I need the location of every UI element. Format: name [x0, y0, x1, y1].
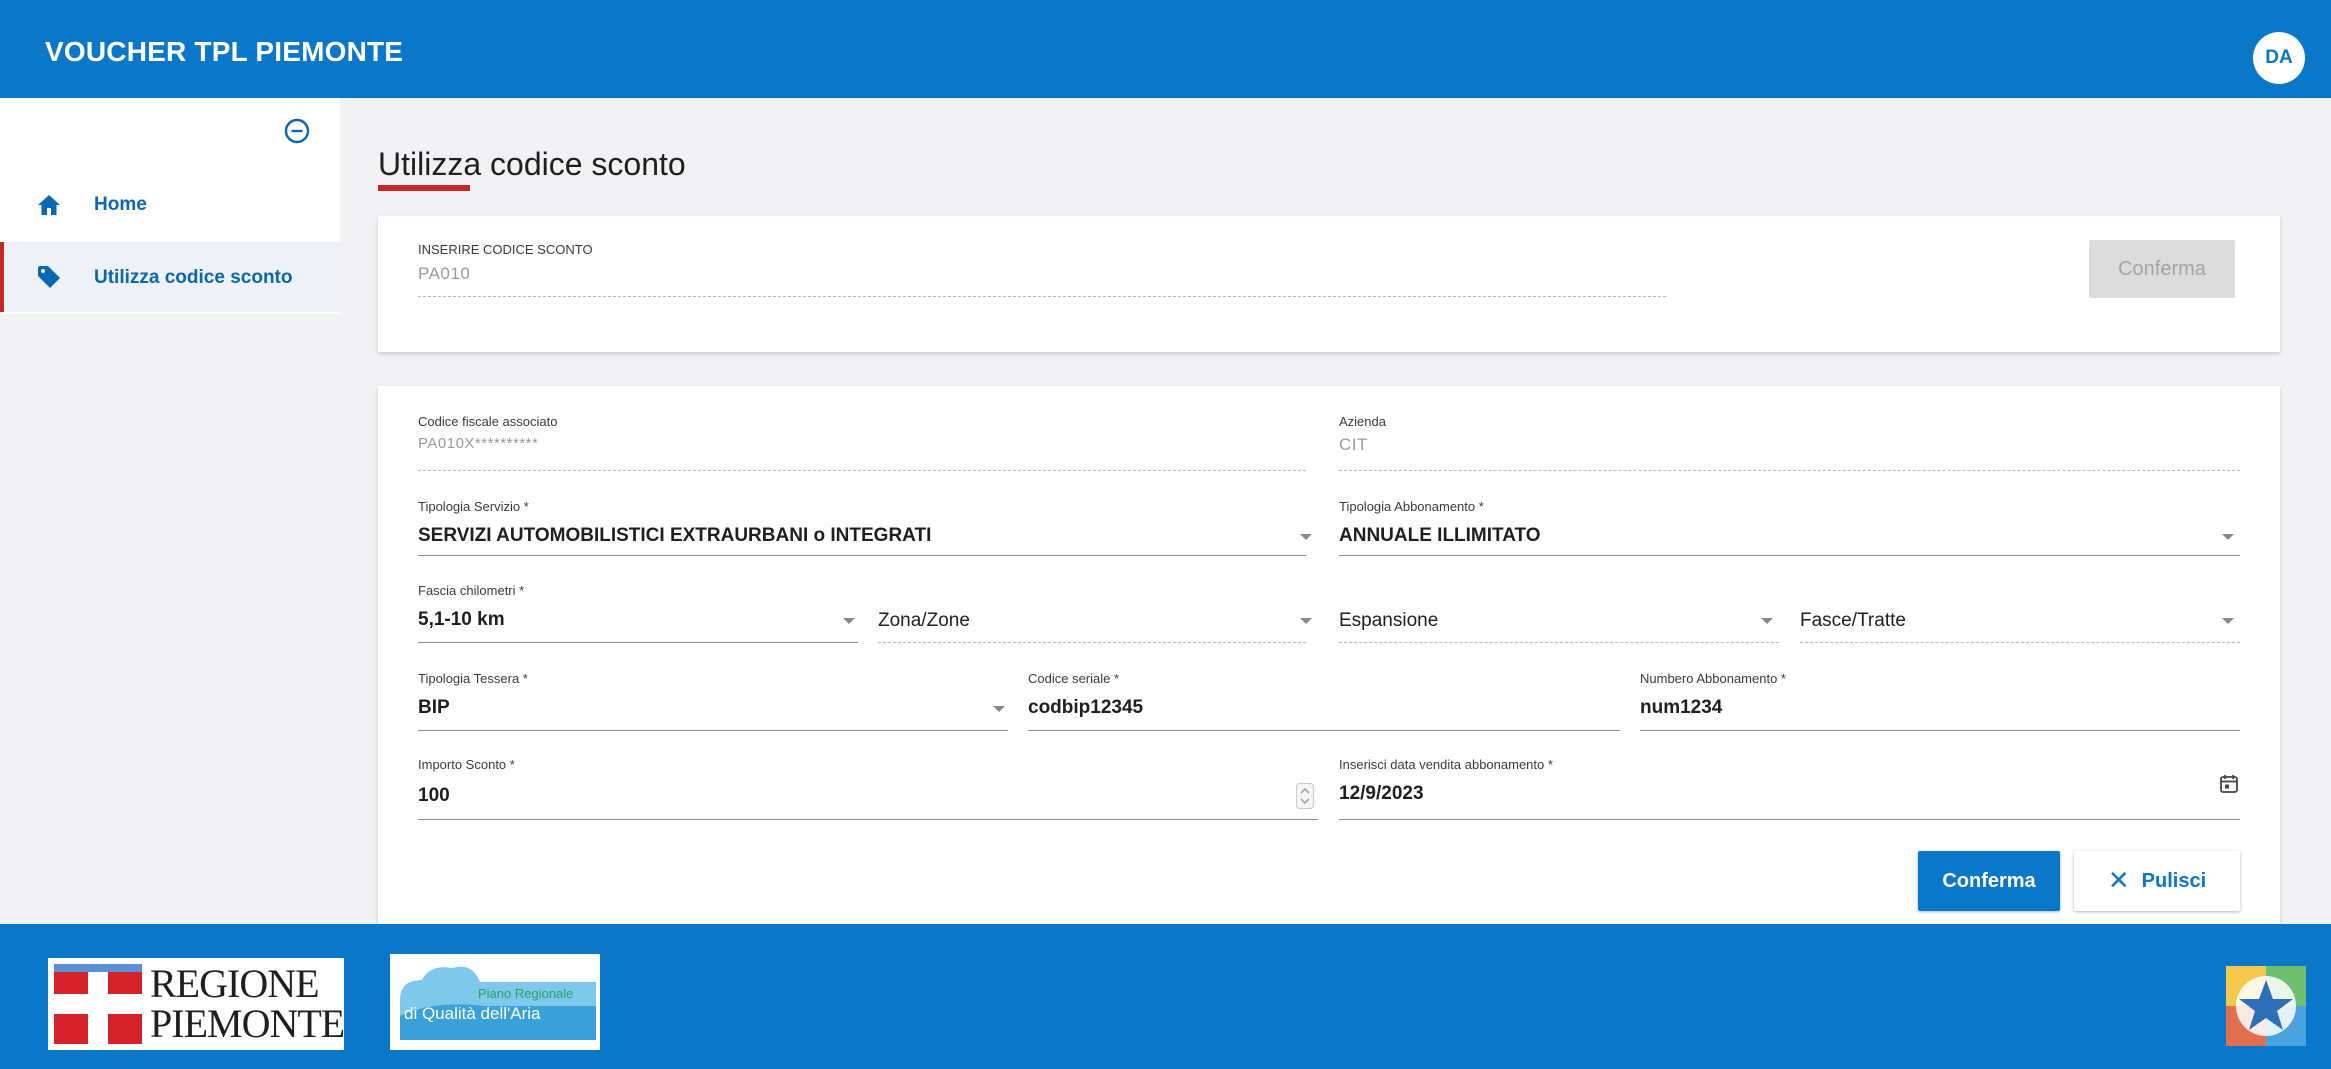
chevron-down-icon: [1761, 618, 1773, 624]
tag-icon: [38, 266, 60, 288]
regione-line2: PIEMONTE: [150, 1001, 345, 1046]
sidebar-item-label: Home: [94, 194, 147, 215]
tipologia-servizio-label: Tipologia Servizio *: [418, 499, 529, 514]
discount-code-input[interactable]: PA010: [418, 264, 470, 284]
fascia-chilometri-label: Fascia chilometri *: [418, 583, 525, 598]
piano-line2: di Qualità dell'Aria: [404, 1004, 541, 1023]
tipologia-tessera-label: Tipologia Tessera *: [418, 671, 528, 686]
numero-abbonamento-label: Numbero Abbonamento *: [1640, 671, 1786, 686]
codice-fiscale-label: Codice fiscale associato: [418, 414, 558, 429]
data-vendita-underline: [1339, 819, 2240, 820]
tipologia-tessera-select[interactable]: BIP: [418, 697, 450, 719]
chevron-down-icon: [843, 618, 855, 624]
codice-seriale-input[interactable]: codbip12345: [1028, 697, 1143, 719]
numero-abbonamento-input[interactable]: num1234: [1640, 697, 1722, 719]
clear-button[interactable]: ✕ Pulisci: [2074, 851, 2240, 911]
chevron-down-icon: [1300, 534, 1312, 540]
codice-seriale-underline: [1028, 730, 1620, 731]
fasce-tratte-select[interactable]: Fasce/Tratte: [1800, 610, 1906, 632]
espansione-select[interactable]: Espansione: [1339, 610, 1438, 632]
sidebar-panel: Home Utilizza codice sconto: [0, 98, 340, 314]
sidebar-item-label: Utilizza codice sconto: [94, 267, 293, 288]
cloud-icon: [400, 966, 596, 1040]
azienda-label: Azienda: [1339, 414, 1386, 429]
close-icon: ✕: [2107, 864, 2130, 895]
espansione-underline: [1339, 642, 1779, 643]
tipologia-tessera-underline: [418, 730, 1008, 731]
tipologia-abbonamento-label: Tipologia Abbonamento *: [1339, 499, 1484, 514]
app-title: VOUCHER TPL PIEMONTE: [45, 36, 404, 67]
azienda-underline: [1339, 470, 2240, 471]
confirm-code-button[interactable]: Conferma: [2089, 240, 2235, 298]
fasce-tratte-underline: [1800, 642, 2240, 643]
zona-underline: [878, 642, 1306, 643]
fascia-chilometri-underline: [418, 642, 858, 643]
chevron-down-icon: [993, 706, 1005, 712]
page-title: Utilizza codice sconto: [378, 146, 686, 182]
piano-qualita-aria-logo: Piano Regionale di Qualità dell'Aria: [390, 954, 600, 1050]
discount-code-label: INSERIRE CODICE SCONTO: [418, 242, 593, 257]
tipologia-servizio-underline: [418, 555, 1306, 556]
zona-select[interactable]: Zona/Zone: [878, 610, 970, 632]
home-icon: [38, 195, 60, 215]
piano-line1: Piano Regionale: [478, 986, 574, 1001]
data-vendita-label: Inserisci data vendita abbonamento *: [1339, 757, 1553, 772]
discount-code-underline: [418, 296, 1666, 297]
footer: REGIONE PIEMONTE Piano Regionale di Qual…: [0, 924, 2331, 1069]
importo-sconto-label: Importo Sconto *: [418, 757, 515, 772]
tipologia-abbonamento-select[interactable]: ANNUALE ILLIMITATO: [1339, 525, 1541, 547]
chevron-down-icon: [1300, 618, 1312, 624]
tipologia-servizio-select[interactable]: SERVIZI AUTOMOBILISTICI EXTRAURBANI o IN…: [418, 525, 931, 547]
regione-line1: REGIONE: [150, 961, 320, 1006]
regione-piemonte-logo: REGIONE PIEMONTE: [48, 958, 345, 1050]
stepper-icon[interactable]: [1296, 783, 1314, 809]
sidebar: Home Utilizza codice sconto: [0, 98, 340, 924]
importo-sconto-input[interactable]: 100: [418, 785, 450, 807]
piemonte-flag-icon: [54, 964, 142, 1044]
voucher-form-card: Codice fiscale associato PA010X*********…: [378, 386, 2280, 926]
calendar-icon[interactable]: [2218, 773, 2240, 795]
star-icon: [2226, 966, 2306, 1046]
confirm-button[interactable]: Conferma: [1918, 851, 2060, 911]
azienda-field: CIT: [1339, 435, 1368, 454]
clear-button-label: Pulisci: [2141, 869, 2207, 892]
importo-sconto-underline: [418, 819, 1318, 820]
title-underline: [378, 185, 470, 191]
numero-abbonamento-underline: [1640, 730, 2240, 731]
tipologia-abbonamento-underline: [1339, 555, 2240, 556]
star-logo: [2226, 966, 2306, 1046]
user-avatar[interactable]: DA: [2253, 32, 2305, 84]
top-app-bar: VOUCHER TPL PIEMONTE DA: [0, 0, 2331, 98]
fascia-chilometri-select[interactable]: 5,1-10 km: [418, 609, 505, 631]
collapse-sidebar-icon[interactable]: [282, 116, 312, 146]
sidebar-item-utilizza-codice-sconto[interactable]: Utilizza codice sconto: [0, 242, 340, 312]
chevron-down-icon: [2222, 618, 2234, 624]
sidebar-item-home[interactable]: Home: [0, 170, 340, 240]
discount-code-card: INSERIRE CODICE SCONTO PA010 Conferma: [378, 216, 2280, 352]
codice-fiscale-field: PA010X**********: [418, 435, 539, 452]
data-vendita-input[interactable]: 12/9/2023: [1339, 783, 1424, 805]
codice-seriale-label: Codice seriale *: [1028, 671, 1120, 686]
chevron-down-icon: [2222, 534, 2234, 540]
codice-fiscale-underline: [418, 470, 1306, 471]
